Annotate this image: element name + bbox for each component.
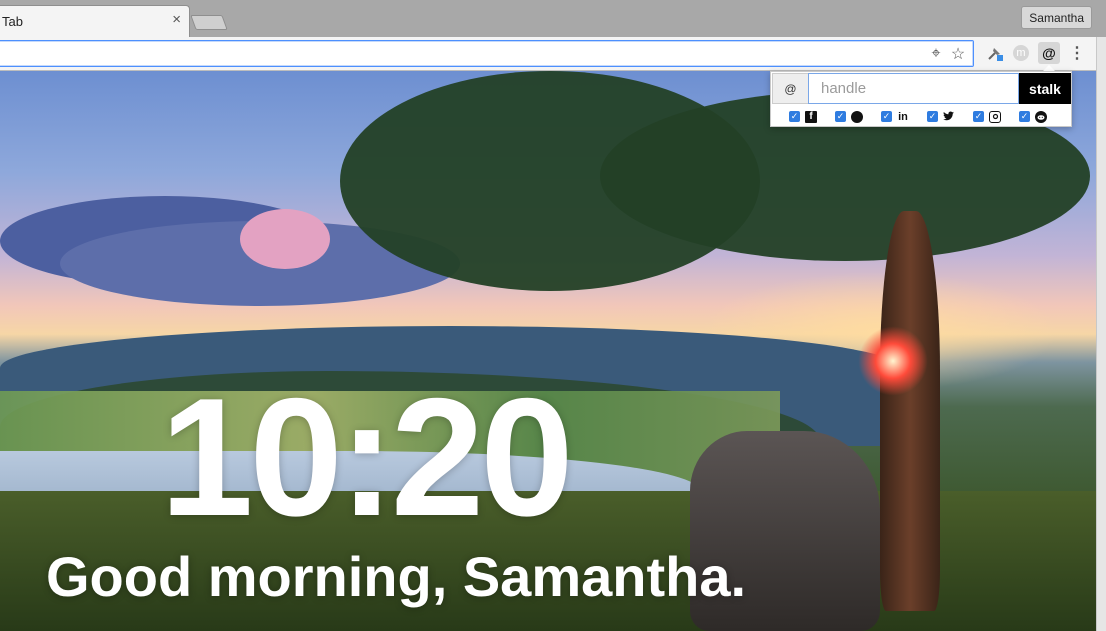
new-tab-button[interactable] xyxy=(190,15,228,30)
stalk-button[interactable]: stalk xyxy=(1019,73,1071,104)
tab-strip: Tab × Samantha xyxy=(0,0,1106,37)
m-extension-label: m xyxy=(1013,45,1029,61)
tab-close-icon[interactable]: × xyxy=(172,11,181,29)
browser-toolbar: ⌖ ☆ m @ ⋮ xyxy=(0,37,1106,71)
linkedin-checkbox[interactable]: ✓ xyxy=(881,111,892,122)
m-extension-icon[interactable]: m xyxy=(1010,42,1032,64)
github-icon xyxy=(851,110,863,123)
tree-trunk xyxy=(880,211,940,611)
stalk-popup: @ stalk ✓ f ✓ ✓ in ✓ ✓ ✓ xyxy=(770,71,1072,127)
window-edge xyxy=(1096,37,1106,631)
kebab-menu-icon[interactable]: ⋮ xyxy=(1066,42,1088,64)
bookmark-star-icon[interactable]: ☆ xyxy=(949,45,967,63)
pin-extension-icon[interactable] xyxy=(984,42,1006,64)
network-github[interactable]: ✓ xyxy=(835,108,881,125)
instagram-checkbox[interactable]: ✓ xyxy=(973,111,984,122)
network-linkedin[interactable]: ✓ in xyxy=(881,108,927,125)
network-reddit[interactable]: ✓ xyxy=(1019,108,1065,125)
handle-input[interactable] xyxy=(808,73,1019,104)
greeting-text: Good morning, Samantha. xyxy=(46,545,747,608)
clock-time: 10:20 xyxy=(160,363,574,551)
cloud-highlight xyxy=(240,209,330,269)
twitter-icon xyxy=(943,111,955,123)
network-checkboxes: ✓ f ✓ ✓ in ✓ ✓ ✓ xyxy=(789,108,1065,125)
network-facebook[interactable]: ✓ f xyxy=(789,108,835,125)
address-bar[interactable]: ⌖ ☆ xyxy=(0,40,974,67)
reddit-icon xyxy=(1035,110,1047,123)
tab-active[interactable]: Tab × xyxy=(0,5,190,37)
profile-button[interactable]: Samantha xyxy=(1021,6,1092,29)
network-instagram[interactable]: ✓ xyxy=(973,108,1019,125)
new-tab-page: 10:20 Good morning, Samantha. xyxy=(0,71,1096,631)
instagram-icon xyxy=(989,110,1001,123)
twitter-checkbox[interactable]: ✓ xyxy=(927,111,938,122)
sunburst xyxy=(858,326,928,396)
linkedin-icon: in xyxy=(898,110,908,123)
facebook-checkbox[interactable]: ✓ xyxy=(789,111,800,122)
network-twitter[interactable]: ✓ xyxy=(927,108,973,125)
at-extension-icon[interactable]: @ xyxy=(1038,42,1060,64)
github-checkbox[interactable]: ✓ xyxy=(835,111,846,122)
location-target-icon[interactable]: ⌖ xyxy=(927,45,945,63)
facebook-icon: f xyxy=(805,110,817,123)
reddit-checkbox[interactable]: ✓ xyxy=(1019,111,1030,122)
at-prefix-label: @ xyxy=(772,73,809,104)
tab-title: Tab xyxy=(2,14,23,29)
